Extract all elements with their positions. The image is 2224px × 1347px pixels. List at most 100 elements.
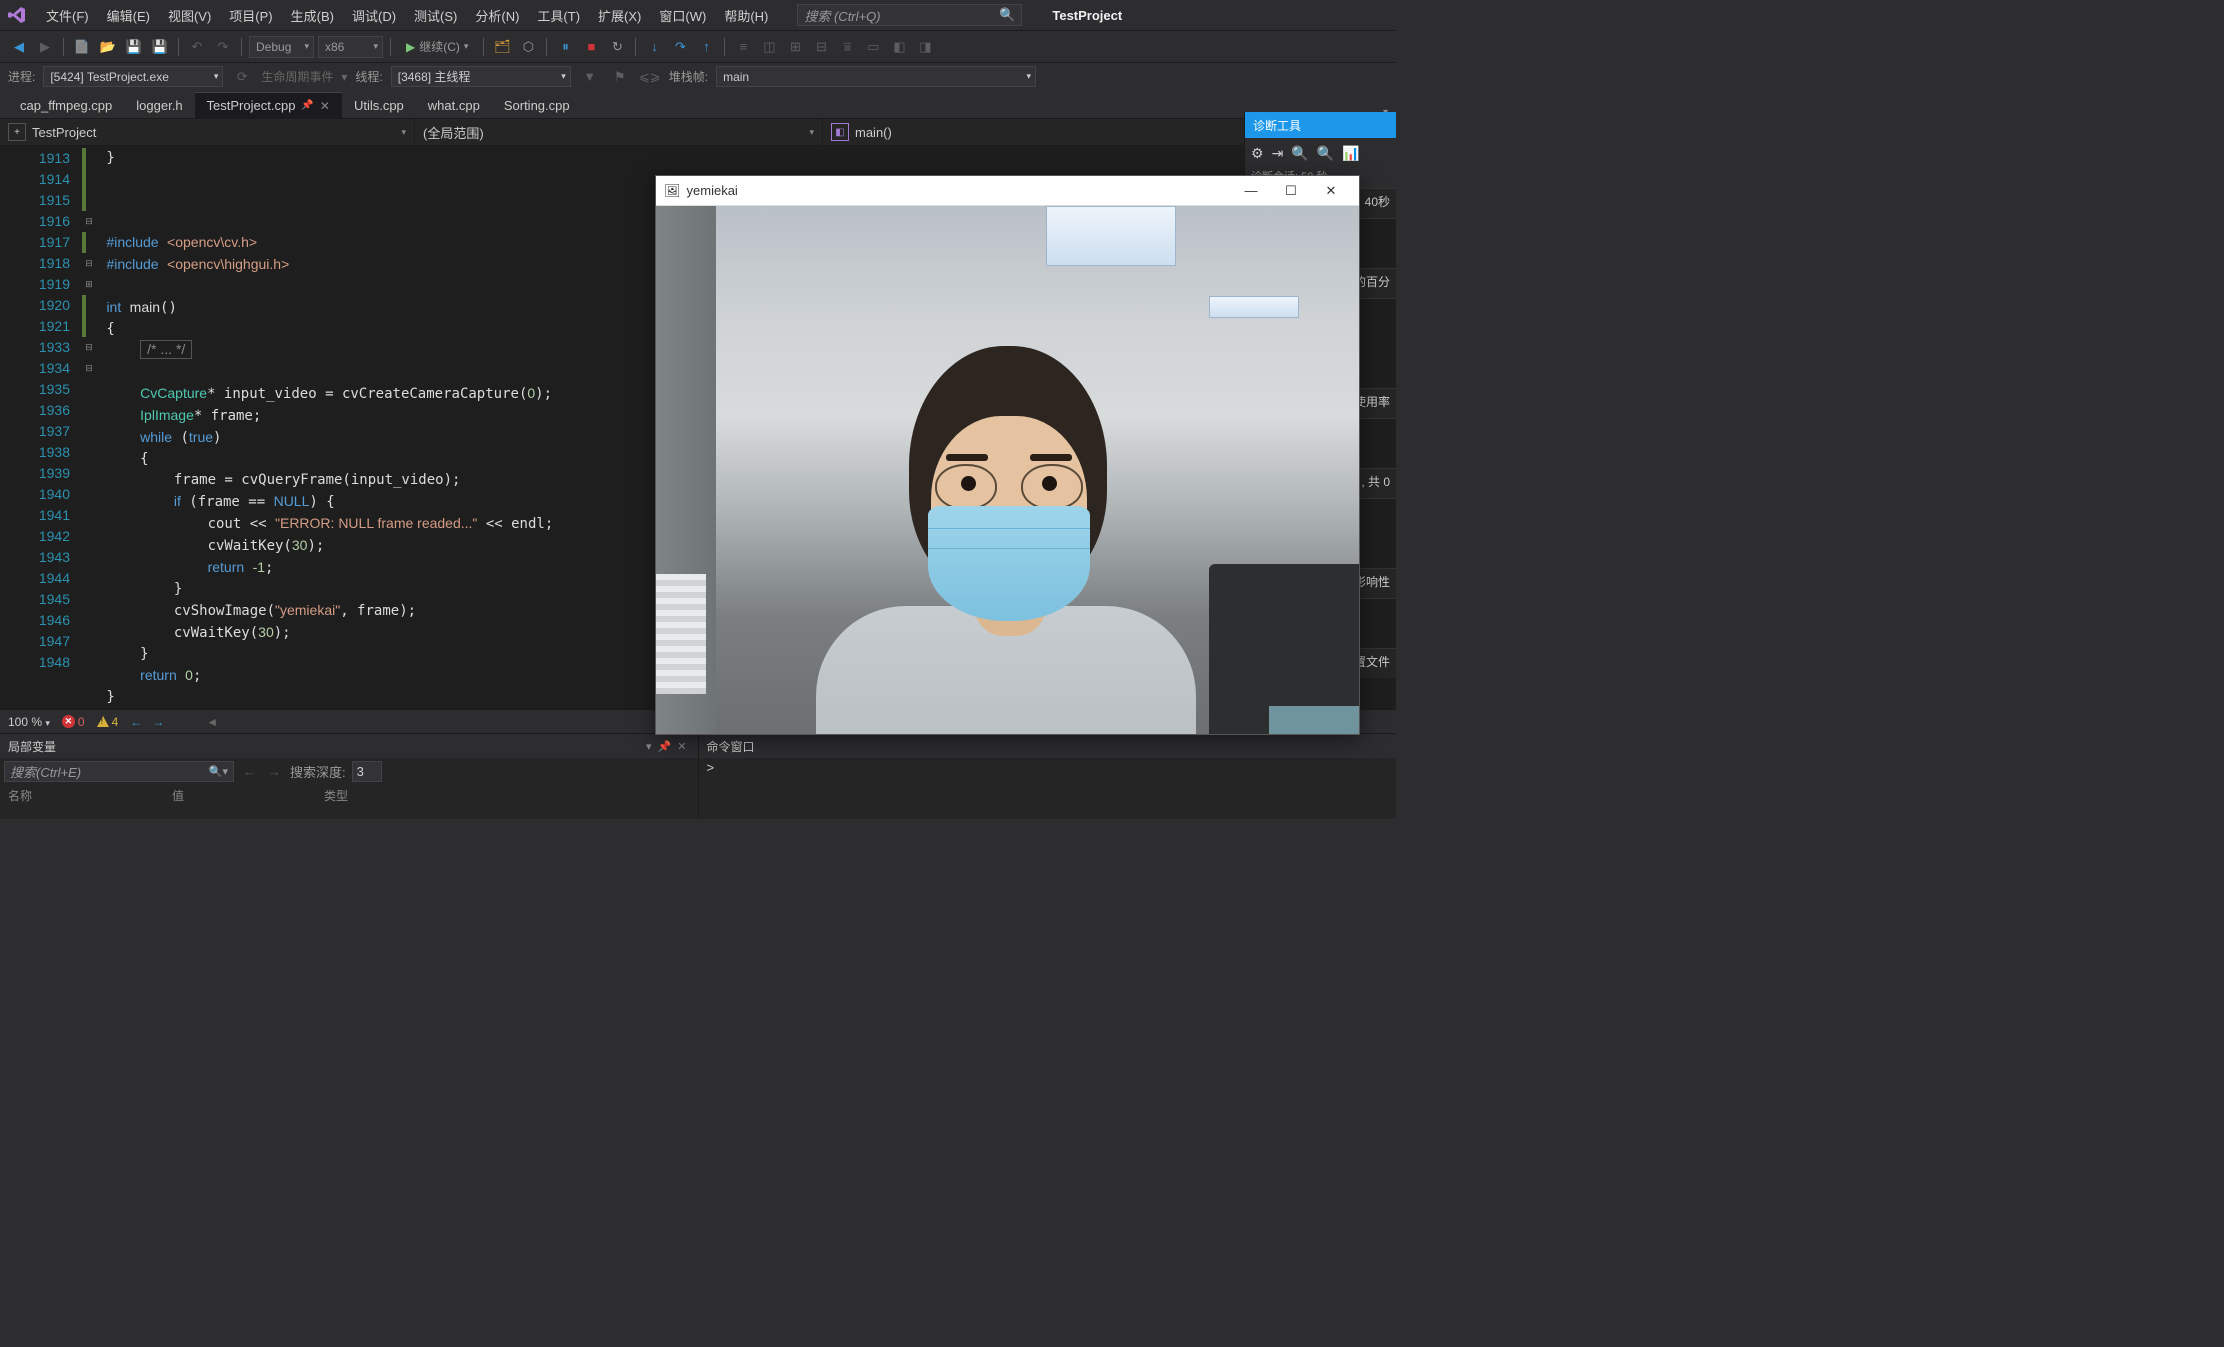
menu-extensions[interactable]: 扩展(X)	[589, 2, 650, 29]
camwin-icon: 🖼	[664, 183, 681, 199]
command-title-bar: 命令窗口	[699, 734, 1397, 758]
undo-icon[interactable]: ↶	[186, 36, 208, 58]
menu-analyze[interactable]: 分析(N)	[466, 2, 528, 29]
gear-icon[interactable]: ⚙	[1251, 145, 1264, 162]
bottom-panels: 局部变量 ▾ 📌 ✕ 搜索(Ctrl+E) 🔍▾ ← → 搜索深度: 3 名称 …	[0, 733, 1396, 819]
menu-bar: 文件(F) 编辑(E) 视图(V) 项目(P) 生成(B) 调试(D) 测试(S…	[0, 0, 1396, 30]
step-over-icon[interactable]: ↷	[669, 36, 691, 58]
tool-icon-6[interactable]: ▭	[862, 36, 884, 58]
editor-tabs: cap_ffmpeg.cpp logger.h TestProject.cpp📌…	[0, 90, 1396, 118]
search-icon: 🔍	[999, 7, 1015, 23]
warning-count[interactable]: 4	[97, 715, 119, 729]
error-count[interactable]: ✕0	[62, 715, 85, 729]
export-icon[interactable]: ⇥	[1272, 145, 1284, 162]
menu-debug[interactable]: 调试(D)	[343, 2, 405, 29]
tab-testproject[interactable]: TestProject.cpp📌✕	[195, 92, 342, 118]
col-name[interactable]: 名称	[8, 787, 32, 804]
tool-icon-5[interactable]: ⩸	[836, 36, 858, 58]
minimize-button[interactable]: —	[1231, 177, 1271, 205]
close-button[interactable]: ✕	[1311, 177, 1351, 205]
menu-build[interactable]: 生成(B)	[282, 2, 343, 29]
tool-icon-4[interactable]: ⊟	[810, 36, 832, 58]
command-prompt[interactable]: >	[699, 758, 1397, 777]
menu-edit[interactable]: 编辑(E)	[98, 2, 159, 29]
next-icon[interactable]: →	[152, 715, 164, 729]
nav-arrows: ← →	[130, 715, 164, 729]
camwin-title-text: yemiekai	[687, 183, 738, 198]
flag-icon[interactable]: ⚑	[609, 66, 631, 88]
process-dropdown[interactable]: [5424] TestProject.exe	[43, 66, 223, 87]
depth-label: 搜索深度:	[290, 762, 346, 781]
stackframe-dropdown[interactable]: main	[716, 66, 1036, 87]
locals-panel: 局部变量 ▾ 📌 ✕ 搜索(Ctrl+E) 🔍▾ ← → 搜索深度: 3 名称 …	[0, 734, 699, 819]
thread-label: 线程:	[355, 68, 382, 85]
tab-sorting[interactable]: Sorting.cpp	[492, 92, 582, 118]
menu-tools[interactable]: 工具(T)	[528, 2, 589, 29]
tool-icon-3[interactable]: ⊞	[784, 36, 806, 58]
zoom-in-icon[interactable]: 🔍	[1291, 145, 1308, 162]
tab-logger[interactable]: logger.h	[124, 92, 194, 118]
col-type[interactable]: 类型	[324, 787, 348, 804]
freeze-icon[interactable]: ⩽⩾	[639, 66, 661, 88]
hex-icon[interactable]: ⬡	[517, 36, 539, 58]
debug-target-icon[interactable]: 🗂	[491, 36, 513, 58]
tool-icon-7[interactable]: ◧	[888, 36, 910, 58]
step-out-icon[interactable]: ↑	[695, 36, 717, 58]
menu-window[interactable]: 窗口(W)	[650, 2, 715, 29]
stop-icon[interactable]: ■	[580, 36, 602, 58]
tab-what[interactable]: what.cpp	[416, 92, 492, 118]
restart-icon[interactable]: ↻	[606, 36, 628, 58]
zoom-out-icon[interactable]: 🔍	[1317, 145, 1334, 162]
nav-bar: + TestProject ▾ (全局范围) ▾ ◧ main() ▾	[0, 118, 1396, 146]
panel-close-icon[interactable]: ✕	[674, 740, 689, 753]
locals-title-bar: 局部变量 ▾ 📌 ✕	[0, 734, 698, 758]
config-dropdown[interactable]: Debug	[249, 36, 314, 58]
pin-icon[interactable]: 📌	[301, 100, 313, 111]
menu-project[interactable]: 项目(P)	[220, 2, 281, 29]
locals-search-input[interactable]: 搜索(Ctrl+E) 🔍▾	[4, 761, 234, 782]
project-icon: +	[8, 123, 26, 141]
search-input[interactable]: 搜索 (Ctrl+Q) 🔍	[797, 4, 1022, 26]
tool-icon-8[interactable]: ◨	[914, 36, 936, 58]
search-prev-icon[interactable]: ←	[240, 764, 259, 779]
close-icon[interactable]: ✕	[320, 99, 330, 113]
thread-dropdown[interactable]: [3468] 主线程	[391, 66, 571, 87]
open-file-icon[interactable]: 📂	[97, 36, 119, 58]
continue-label: 继续(C)	[419, 38, 460, 55]
lifecycle-icon[interactable]: ⟳	[231, 66, 253, 88]
step-into-icon[interactable]: ↓	[643, 36, 665, 58]
zoom-level[interactable]: 100 % ▾	[8, 715, 50, 729]
menu-file[interactable]: 文件(F)	[37, 2, 98, 29]
nav-back-icon[interactable]: ◀	[8, 36, 30, 58]
menu-help[interactable]: 帮助(H)	[715, 2, 777, 29]
depth-input[interactable]: 3	[352, 761, 382, 782]
camera-frame	[656, 206, 1359, 734]
tab-cap-ffmpeg[interactable]: cap_ffmpeg.cpp	[8, 92, 124, 118]
tool-icon-2[interactable]: ◫	[758, 36, 780, 58]
redo-icon[interactable]: ↷	[212, 36, 234, 58]
scope-project[interactable]: + TestProject ▾	[0, 119, 415, 145]
opencv-output-window[interactable]: 🖼 yemiekai — ☐ ✕	[655, 175, 1360, 735]
panel-dropdown-icon[interactable]: ▾	[643, 740, 655, 753]
scope-global[interactable]: (全局范围) ▾	[415, 119, 823, 145]
prev-icon[interactable]: ←	[130, 715, 142, 729]
col-value[interactable]: 值	[172, 787, 184, 804]
maximize-button[interactable]: ☐	[1271, 177, 1311, 205]
continue-button[interactable]: ▶ 继续(C) ▾	[398, 36, 476, 58]
save-all-icon[interactable]: 💾	[149, 36, 171, 58]
menu-test[interactable]: 测试(S)	[405, 2, 466, 29]
locals-search-bar: 搜索(Ctrl+E) 🔍▾ ← → 搜索深度: 3	[0, 758, 698, 784]
tab-utils[interactable]: Utils.cpp	[342, 92, 416, 118]
save-icon[interactable]: 💾	[123, 36, 145, 58]
filter-icon[interactable]: ▼	[579, 66, 601, 88]
platform-dropdown[interactable]: x86	[318, 36, 383, 58]
nav-fwd-icon[interactable]: ▶	[34, 36, 56, 58]
panel-pin-icon[interactable]: 📌	[655, 740, 675, 753]
menu-view[interactable]: 视图(V)	[159, 2, 220, 29]
pause-icon[interactable]: ⏸	[554, 36, 576, 58]
tool-icon-1[interactable]: ≡	[732, 36, 754, 58]
camwin-titlebar[interactable]: 🖼 yemiekai — ☐ ✕	[656, 176, 1359, 206]
new-file-icon[interactable]: 📄	[71, 36, 93, 58]
chart-icon[interactable]: 📊	[1342, 145, 1359, 162]
search-next-icon[interactable]: →	[265, 764, 284, 779]
